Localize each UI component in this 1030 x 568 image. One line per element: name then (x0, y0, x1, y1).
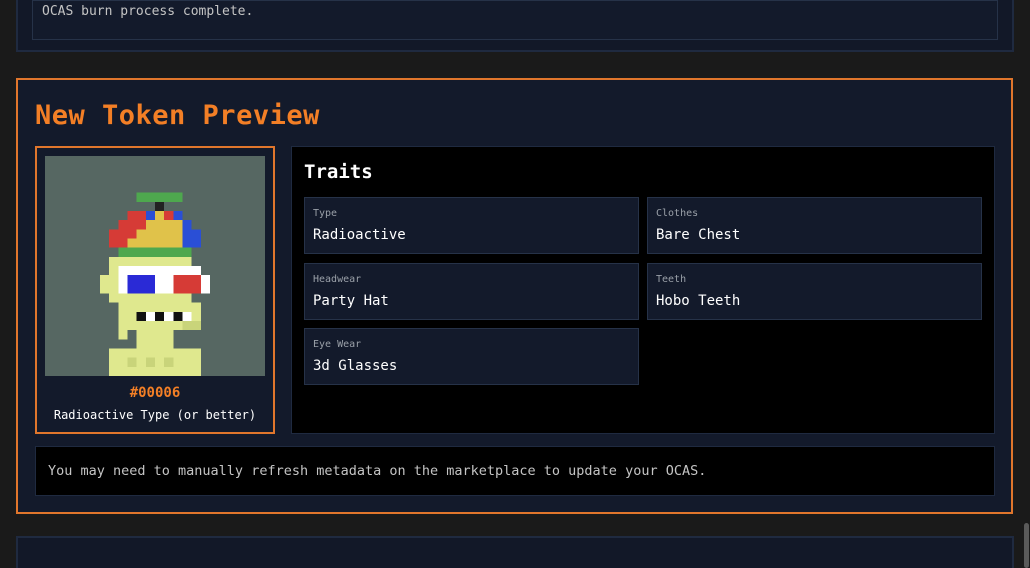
trait-value: 3d Glasses (313, 358, 398, 374)
trait-label: Type (313, 208, 338, 219)
token-id: #00006 (129, 385, 181, 401)
trait-label: Headwear (313, 274, 362, 285)
trait-eye-wear: Eye Wear 3d Glasses (304, 328, 639, 385)
status-message: OCAS burn process complete. (42, 4, 254, 19)
trait-value: Party Hat (313, 293, 389, 309)
trait-teeth: Teeth Hobo Teeth (647, 263, 982, 320)
preview-title: New Token Preview (35, 100, 320, 131)
traits-title: Traits (304, 161, 373, 183)
trait-label: Teeth (656, 274, 687, 285)
token-description: Radioactive Type (or better) (53, 408, 257, 422)
trait-value: Bare Chest (656, 227, 741, 243)
trait-type: Type Radioactive (304, 197, 639, 254)
scrollbar-track[interactable] (1022, 0, 1030, 568)
new-token-preview-card: New Token Preview #00006 Radioactive Typ… (16, 78, 1013, 514)
token-card: #00006 Radioactive Type (or better) (35, 146, 275, 434)
token-image (45, 156, 265, 376)
next-card (16, 536, 1014, 568)
trait-value: Radioactive (313, 227, 406, 243)
trait-headwear: Headwear Party Hat (304, 263, 639, 320)
trait-value: Hobo Teeth (656, 293, 741, 309)
metadata-notice-text: You may need to manually refresh metadat… (48, 463, 707, 479)
trait-label: Eye Wear (313, 339, 362, 350)
scrollbar-thumb[interactable] (1024, 523, 1029, 568)
traits-panel: Traits Type Radioactive Clothes Bare Che… (291, 146, 995, 434)
status-card: OCAS burn process complete. (16, 0, 1014, 52)
token-pixel-art (45, 156, 265, 376)
trait-clothes: Clothes Bare Chest (647, 197, 982, 254)
trait-label: Clothes (656, 208, 699, 219)
metadata-notice: You may need to manually refresh metadat… (35, 446, 995, 496)
